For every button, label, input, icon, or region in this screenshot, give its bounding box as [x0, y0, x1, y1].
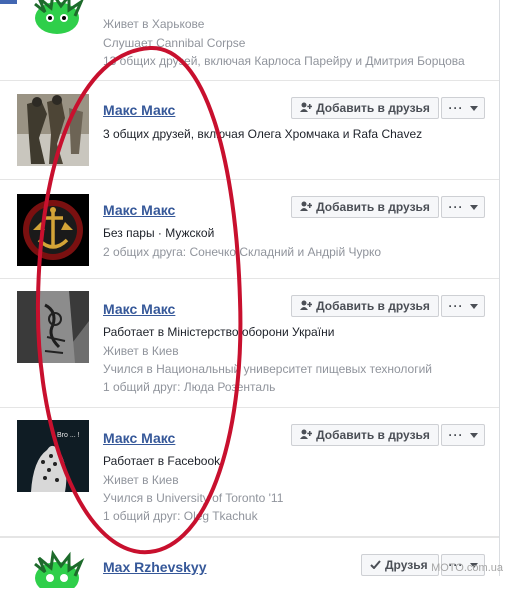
- check-icon: [370, 558, 381, 572]
- friend-name-link[interactable]: Макс Макс: [103, 102, 175, 118]
- list-item: Max Rzhevskyy Друзья ···: [0, 537, 500, 598]
- more-icon: ···: [448, 299, 464, 313]
- friends-button[interactable]: Друзья: [361, 554, 439, 576]
- add-friend-icon: [300, 101, 313, 115]
- friend-name-link[interactable]: Max Rzhevskyy: [103, 559, 207, 575]
- add-friend-button[interactable]: Добавить в друзья: [291, 295, 439, 317]
- mutual-friends-text: 1 общий друг: Люда Розенталь: [103, 380, 276, 394]
- mutual-friends-text: 3 общих друзей, включая Олега Хромчака и…: [103, 127, 423, 141]
- list-item: Bro ... ! Макс Макс Работает в Facebook …: [0, 408, 500, 537]
- friends-label: Друзья: [385, 558, 428, 572]
- add-friend-icon: [300, 428, 313, 442]
- friend-name-link[interactable]: Макс Макс: [103, 430, 175, 446]
- avatar[interactable]: Bro ... !: [17, 420, 89, 492]
- add-friend-label: Добавить в друзья: [316, 101, 430, 115]
- work-text: Работает в Міністерство оборони України: [103, 325, 335, 339]
- avatar[interactable]: [17, 291, 89, 363]
- chevron-down-icon: [469, 432, 478, 438]
- location-text: Живет в Киев: [103, 473, 179, 487]
- list-item: Макс Макс 3 общих друзей, включая Олега …: [0, 80, 500, 180]
- more-options-button[interactable]: ···: [441, 97, 485, 119]
- interest-text: Слушает Cannibal Corpse: [103, 36, 246, 50]
- add-friend-icon: [300, 299, 313, 313]
- add-friend-label: Добавить в друзья: [316, 428, 430, 442]
- list-item: Макс Макс Работает в Міністерство оборон…: [0, 279, 500, 408]
- chevron-down-icon: [469, 204, 478, 210]
- avatar[interactable]: [17, 94, 89, 166]
- work-text: Работает в Facebook: [103, 454, 221, 468]
- education-text: Учился в Национальный университет пищевы…: [103, 362, 432, 376]
- location-text: Живет в Киев: [103, 344, 179, 358]
- add-friend-button[interactable]: Добавить в друзья: [291, 424, 439, 446]
- avatar[interactable]: [17, 194, 89, 266]
- location-text: Живет в Харькове: [103, 17, 205, 31]
- mutual-friends-text: 2 общих друга: Сонечко Складний и Андрій…: [103, 245, 382, 259]
- mutual-friends-text: 13 общих друзей, включая Карлоса Парейру…: [103, 54, 465, 68]
- more-icon: ···: [448, 200, 464, 214]
- add-friend-button[interactable]: Добавить в друзья: [291, 196, 439, 218]
- right-border: [499, 0, 500, 576]
- add-friend-icon: [300, 200, 313, 214]
- avatar[interactable]: [17, 0, 89, 40]
- friend-name-link[interactable]: Макс Макс: [103, 202, 175, 218]
- add-friend-button[interactable]: Добавить в друзья: [291, 97, 439, 119]
- mutual-friends-text: 1 общий друг: Oleg Tkachuk: [103, 509, 258, 523]
- list-item: Макс Макс Без пары · Мужской 2 общих дру…: [0, 180, 500, 279]
- more-options-button[interactable]: ···: [441, 424, 485, 446]
- avatar[interactable]: [17, 548, 89, 588]
- add-friend-label: Добавить в друзья: [316, 200, 430, 214]
- more-options-button[interactable]: ···: [441, 295, 485, 317]
- chevron-down-icon: [469, 303, 478, 309]
- add-friend-label: Добавить в друзья: [316, 299, 430, 313]
- more-options-button[interactable]: ···: [441, 196, 485, 218]
- watermark: MOTO.com.ua: [431, 562, 503, 574]
- more-icon: ···: [448, 101, 464, 115]
- friend-name-link[interactable]: Макс Макс: [103, 301, 175, 317]
- education-text: Учился в University of Toronto '11: [103, 491, 284, 505]
- more-icon: ···: [448, 428, 464, 442]
- avatar-caption: Bro ... !: [57, 432, 80, 439]
- relationship-text: Без пары · Мужской: [103, 226, 215, 240]
- list-item: Живет в Харькове Слушает Cannibal Corpse…: [0, 0, 500, 81]
- chevron-down-icon: [469, 105, 478, 111]
